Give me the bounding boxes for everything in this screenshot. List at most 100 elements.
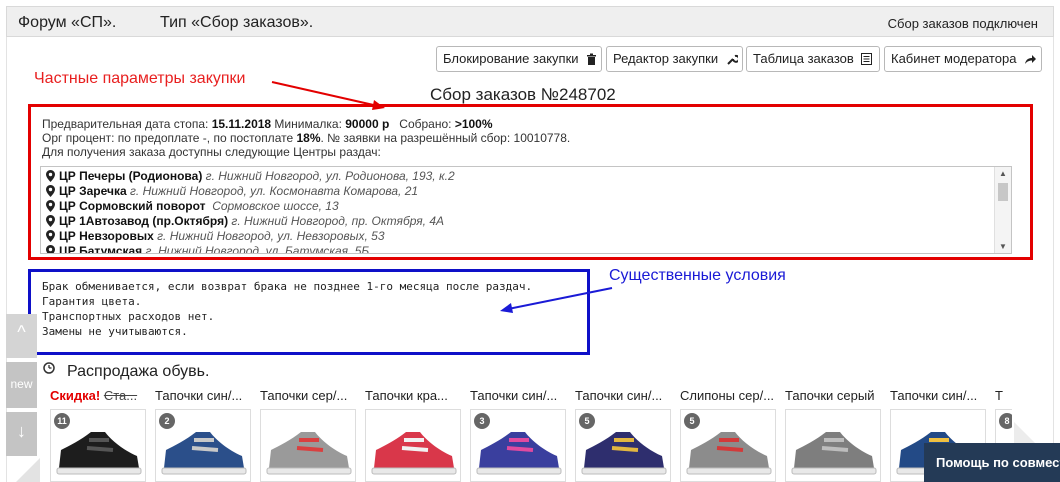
orders-table-label: Таблица заказов — [753, 51, 854, 66]
collection-info: Предварительная дата стопа: 15.11.2018 М… — [42, 117, 570, 159]
center-name: ЦР Заречка — [59, 184, 127, 198]
term-line: Транспортных расходов нет. — [42, 310, 215, 323]
product-card[interactable]: Тапочки сер/... — [260, 383, 356, 482]
type-label: Тип «Сбор заказов». — [160, 14, 314, 31]
info-line-2: Орг процент: по предоплате -, по постопл… — [42, 131, 570, 145]
purchase-editor-label: Редактор закупки — [613, 51, 719, 66]
annotation-essential-terms: Существенные условия — [609, 267, 786, 284]
product-card[interactable]: Скидка! Ста... 11 — [50, 383, 146, 482]
product-card[interactable]: Тапочки син/... 2 — [155, 383, 251, 482]
product-image[interactable]: 5 — [575, 409, 671, 482]
trash-icon — [587, 53, 597, 65]
center-item: ЦР 1Автозавод (пр.Октября) г. Нижний Нов… — [46, 214, 444, 229]
product-name: Тапочки кра... — [365, 388, 448, 403]
status-text: Сбор заказов подключен — [887, 16, 1038, 31]
product-label[interactable]: Тапочки син/... — [575, 388, 671, 403]
center-name: ЦР Печеры (Родионова) — [59, 169, 203, 183]
product-label[interactable]: Тапочки син/... — [890, 388, 986, 403]
product-label[interactable]: Тапочки кра... — [365, 388, 461, 403]
help-label: Помощь по совместным — [936, 455, 1060, 470]
terms-text: Брак обменивается, если возврат брака не… — [42, 279, 532, 339]
new-label: new — [10, 377, 33, 391]
product-count-badge: 5 — [684, 413, 700, 429]
purchase-editor-button[interactable]: Редактор закупки — [606, 46, 743, 72]
info-line-3: Для получения заказа доступны следующие … — [42, 145, 381, 159]
scroll-down-icon[interactable]: ▼ — [999, 242, 1007, 251]
product-label[interactable]: Слипоны сер/... — [680, 388, 776, 403]
product-image[interactable] — [260, 409, 356, 482]
center-item: ЦР Сормовский поворот Сормовское шоссе, … — [46, 199, 339, 214]
product-image[interactable] — [365, 409, 461, 482]
product-label[interactable]: Тапочки серый — [785, 388, 881, 403]
product-name: Тапочки син/... — [155, 388, 243, 403]
center-address: г. Нижний Новгород, ул. Невзоровых, 53 — [153, 229, 385, 243]
map-pin-icon — [46, 230, 55, 242]
map-pin-icon — [46, 200, 55, 212]
product-card[interactable]: Тапочки кра... — [365, 383, 461, 482]
minimum-label: Минималка: — [271, 117, 346, 131]
chevron-up-icon: ^ — [17, 322, 26, 342]
distribution-centers-list[interactable]: ЦР Батумская г. Нижний Новгород, ул. Бат… — [40, 166, 1012, 254]
orders-table-button[interactable]: Таблица заказов — [746, 46, 880, 72]
product-count-badge: 3 — [474, 413, 490, 429]
product-name: Тапочки сер/... — [260, 388, 348, 403]
clock-icon — [43, 362, 55, 374]
product-name: Ста... — [103, 388, 138, 403]
collection-title: Сбор заказов №248702 — [430, 85, 616, 104]
center-address: Сормовское шоссе, 13 — [205, 199, 339, 213]
map-pin-icon — [46, 185, 55, 197]
product-card[interactable]: Тапочки син/... 5 — [575, 383, 671, 482]
product-name: Тапочки син/... — [890, 388, 978, 403]
product-name: Тапочки син/... — [575, 388, 663, 403]
product-image[interactable]: 3 — [470, 409, 566, 482]
shoe-image — [371, 432, 457, 475]
sale-title: Распродажа обувь. — [67, 363, 210, 380]
product-count-badge: 8 — [999, 413, 1012, 429]
product-card[interactable]: Слипоны сер/... 5 — [680, 383, 776, 482]
org-percent-label: Орг процент: по предоплате -, по постопл… — [42, 131, 297, 145]
scroll-down-button[interactable]: ↓ — [6, 412, 37, 456]
product-label[interactable]: Тапочки син/... — [470, 388, 566, 403]
left-arrow-icon[interactable] — [6, 458, 40, 482]
product-card[interactable]: Тапочки серый — [785, 383, 881, 482]
product-name: Тапочки серый — [785, 388, 875, 403]
arrow-down-icon: ↓ — [17, 421, 26, 441]
product-count-badge: 11 — [54, 413, 70, 429]
product-name: Т — [995, 388, 1003, 403]
annotation-blue-arrow — [500, 287, 613, 313]
center-name: ЦР 1Автозавод (пр.Октября) — [59, 214, 229, 228]
collected-label: Собрано: — [389, 117, 455, 131]
block-purchase-button[interactable]: Блокирование закупки — [436, 46, 602, 72]
product-image[interactable] — [785, 409, 881, 482]
new-button[interactable]: new — [6, 362, 37, 408]
product-card[interactable]: Тапочки син/... 3 — [470, 383, 566, 482]
center-address: г. Нижний Новгород, пр. Октября, 4А — [228, 214, 444, 228]
product-image[interactable]: 11 — [50, 409, 146, 482]
center-item: ЦР Печеры (Родионова) г. Нижний Новгород… — [46, 169, 455, 184]
wrench-icon — [727, 54, 740, 65]
scroll-top-button[interactable]: ^ — [6, 314, 37, 358]
product-image[interactable]: 2 — [155, 409, 251, 482]
help-button[interactable]: Помощь по совместным — [924, 443, 1060, 482]
product-label[interactable]: Скидка! Ста... — [50, 388, 146, 403]
product-label[interactable]: Тапочки син/... — [155, 388, 251, 403]
scroll-thumb[interactable] — [998, 183, 1008, 201]
product-name: Слипоны сер/... — [680, 388, 775, 403]
term-line: Замены не учитываются. — [42, 325, 188, 338]
center-address: г. Нижний Новгород, ул. Космонавта Комар… — [126, 184, 419, 198]
scroll-up-icon[interactable]: ▲ — [999, 169, 1007, 178]
annotation-private-params: Частные параметры закупки — [34, 70, 246, 87]
moderator-cabinet-button[interactable]: Кабинет модератора — [884, 46, 1042, 72]
centers-scrollbar[interactable]: ▲ ▼ — [994, 167, 1011, 253]
map-pin-icon — [46, 245, 55, 253]
center-item: ЦР Батумская г. Нижний Новгород, ул. Бат… — [46, 244, 369, 253]
share-arrow-icon — [1025, 55, 1037, 64]
center-address: г. Нижний Новгород, ул. Родионова, 193, … — [202, 169, 455, 183]
product-label[interactable]: Т — [995, 388, 1012, 403]
product-image[interactable]: 5 — [680, 409, 776, 482]
moderator-cabinet-label: Кабинет модератора — [891, 51, 1017, 66]
product-count-badge: 2 — [159, 413, 175, 429]
product-label[interactable]: Тапочки сер/... — [260, 388, 356, 403]
center-item: ЦР Заречка г. Нижний Новгород, ул. Космо… — [46, 184, 418, 199]
permit-label: . № заявки на разрешённый сбор: 10010778… — [320, 131, 571, 145]
